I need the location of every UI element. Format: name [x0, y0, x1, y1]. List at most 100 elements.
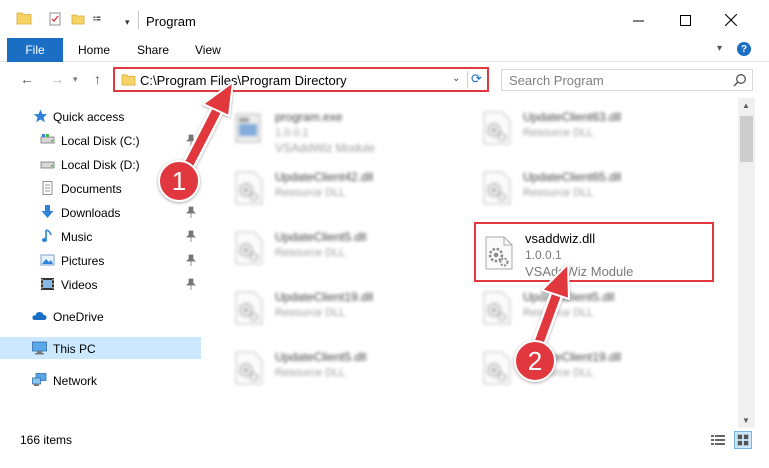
file-version: 1.0.0.1 — [275, 127, 309, 139]
expand-ribbon-icon[interactable]: ▾ — [717, 43, 722, 54]
pictures-icon — [40, 254, 55, 266]
sidebar-item-pictures[interactable]: Pictures — [0, 249, 201, 271]
pin-icon[interactable] — [186, 254, 196, 266]
step-2-badge: 2 — [514, 340, 556, 382]
sidebar-item-label: Videos — [61, 278, 98, 292]
ribbon: File Home Share View ▾ ? — [0, 38, 769, 62]
address-dropdown-icon[interactable]: ⌄ — [452, 73, 460, 84]
view-options-icon[interactable] — [93, 12, 107, 26]
dll-gear-icon — [485, 236, 513, 270]
tab-file[interactable]: File — [7, 38, 63, 62]
close-button[interactable] — [720, 9, 742, 31]
title-bar: ▾ Program — [0, 0, 769, 38]
dll-gear-icon — [235, 231, 263, 265]
tiles-view-icon[interactable] — [734, 431, 752, 449]
sidebar-item-label: Network — [53, 374, 98, 388]
file-name: program.exe — [275, 110, 343, 124]
file-name: UpdateClient63.dll — [523, 110, 622, 124]
sidebar-item-music[interactable]: Music — [0, 225, 201, 247]
sidebar-item-label: OneDrive — [53, 310, 104, 324]
pin-icon[interactable] — [186, 278, 196, 290]
sidebar-item-local-disk-c[interactable]: Local Disk (C:) — [0, 129, 201, 151]
search-box[interactable] — [501, 69, 753, 91]
details-view-icon[interactable] — [710, 433, 726, 447]
file-type: Resource DLL — [275, 367, 346, 379]
cloud-icon — [32, 312, 47, 320]
sidebar-item-label: Quick access — [53, 110, 125, 124]
file-version: 1.0.0.1 — [525, 248, 562, 262]
window-title: Program — [146, 14, 196, 29]
sidebar-item-videos[interactable]: Videos — [0, 273, 201, 295]
sidebar-item-onedrive[interactable]: OneDrive — [0, 305, 201, 327]
file-tile[interactable]: UpdateClient19.dll Resource DLL — [230, 280, 470, 336]
file-tile[interactable]: UpdateClient5.dll Resource DLL — [230, 220, 470, 276]
dll-gear-icon — [235, 351, 263, 385]
tab-view[interactable]: View — [195, 43, 221, 57]
download-icon — [41, 205, 54, 218]
close-icon — [725, 14, 737, 26]
scroll-thumb[interactable] — [740, 116, 753, 162]
videos-icon — [41, 278, 54, 290]
maximize-button[interactable] — [674, 9, 696, 31]
navigation-pane: Quick access Local Disk (C:) Local Disk … — [0, 98, 210, 428]
file-tile[interactable]: UpdateClient5.dll Resource DLL — [230, 340, 470, 396]
file-tile[interactable]: program.exe 1.0.0.1 VSAddWiz Module — [230, 100, 470, 156]
refresh-icon[interactable]: ⟳ — [471, 71, 482, 87]
properties-icon[interactable] — [48, 12, 62, 26]
pin-icon[interactable] — [186, 230, 196, 242]
folder-icon — [121, 74, 136, 86]
help-icon[interactable]: ? — [737, 42, 751, 56]
file-name: UpdateClient65.dll — [523, 170, 622, 184]
dll-gear-icon — [483, 171, 511, 205]
file-type: Resource DLL — [523, 187, 594, 199]
file-tile[interactable]: UpdateClient63.dll Resource DLL — [478, 100, 718, 156]
search-icon[interactable] — [733, 73, 747, 87]
dll-gear-icon — [235, 171, 263, 205]
file-name: UpdateClient5.dll — [275, 230, 367, 244]
file-tile[interactable]: UpdateClient19.dll Resource DLL — [478, 340, 718, 396]
sidebar-item-quick-access[interactable]: Quick access — [0, 105, 201, 127]
minimize-icon — [632, 20, 644, 21]
pin-icon[interactable] — [186, 134, 196, 146]
file-type: Resource DLL — [275, 187, 346, 199]
file-tile-vsaddwiz[interactable]: vsaddwiz.dll 1.0.0.1 VSAddWiz Module — [474, 222, 714, 282]
scroll-up-icon[interactable]: ▲ — [742, 101, 750, 110]
address-divider — [467, 71, 468, 88]
file-tile[interactable]: UpdateClient65.dll Resource DLL — [478, 160, 718, 216]
step-1-badge: 1 — [158, 160, 200, 202]
vertical-scrollbar[interactable]: ▲ ▼ — [738, 98, 755, 428]
file-tile[interactable]: UpdateClient42.dll Resource DLL — [230, 160, 470, 216]
forward-arrow-icon[interactable]: → — [50, 71, 64, 87]
file-list: program.exe 1.0.0.1 VSAddWiz Module Upda… — [210, 98, 738, 428]
up-arrow-icon[interactable]: ↑ — [94, 71, 101, 87]
file-description: VSAddWiz Module — [275, 141, 376, 155]
file-type: Resource DLL — [275, 307, 346, 319]
pin-icon[interactable] — [186, 206, 196, 218]
music-icon — [41, 229, 52, 242]
documents-icon — [42, 181, 53, 195]
recent-locations-icon[interactable]: ▾ — [73, 74, 78, 85]
file-tile[interactable]: UpdateClient5.dll Resource DLL — [478, 280, 718, 336]
minimize-button[interactable] — [627, 9, 649, 31]
star-icon — [33, 109, 48, 123]
sidebar-item-this-pc[interactable]: This PC — [0, 337, 201, 359]
network-icon — [32, 373, 47, 386]
file-description: VSAddWiz Module — [525, 264, 634, 279]
file-type: Resource DLL — [523, 127, 594, 139]
file-name: UpdateClient19.dll — [275, 290, 374, 304]
dll-gear-icon — [483, 351, 511, 385]
file-name: UpdateClient5.dll — [275, 350, 367, 364]
file-type: Resource DLL — [523, 307, 594, 319]
new-folder-icon[interactable] — [71, 12, 85, 26]
tab-home[interactable]: Home — [78, 43, 110, 57]
search-input[interactable] — [502, 70, 726, 90]
customize-toolbar-icon[interactable]: ▾ — [125, 17, 139, 31]
address-bar[interactable]: C:\Program Files\Program Directory ⌄ ⟳ — [113, 67, 489, 92]
tab-share[interactable]: Share — [137, 43, 169, 57]
sidebar-item-downloads[interactable]: Downloads — [0, 201, 201, 223]
back-arrow-icon[interactable]: ← — [20, 71, 34, 87]
scroll-down-icon[interactable]: ▼ — [742, 416, 750, 425]
address-path[interactable]: C:\Program Files\Program Directory — [140, 73, 347, 88]
sidebar-item-network[interactable]: Network — [0, 369, 201, 391]
sidebar-item-label: Downloads — [61, 206, 121, 220]
